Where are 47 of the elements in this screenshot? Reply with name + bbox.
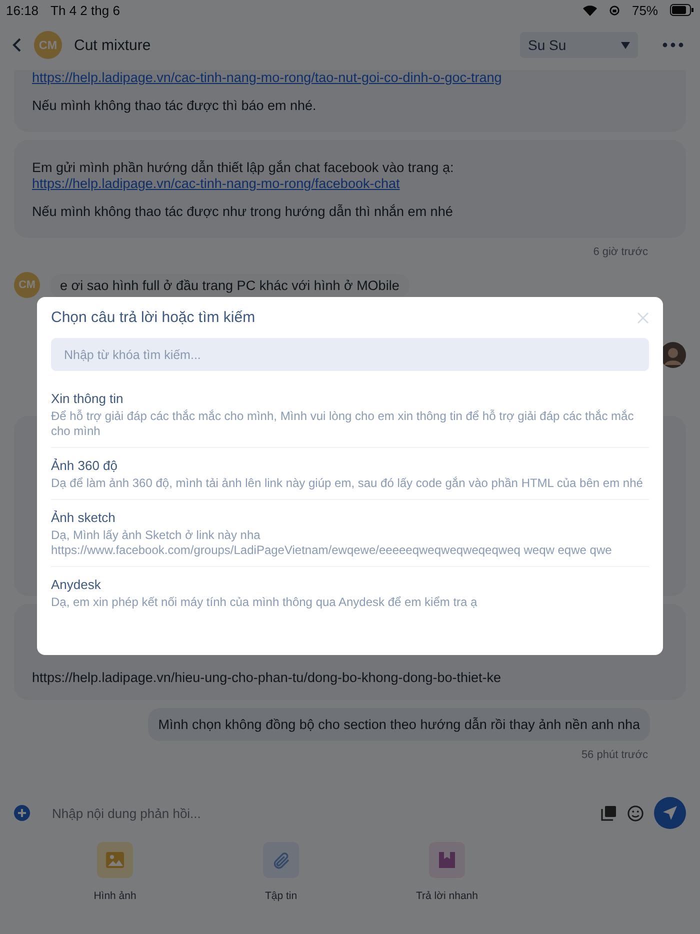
reply-option[interactable]: Ảnh sketch Dạ, Mình lấy ảnh Sketch ở link này nha https://www.facebook.com/groups/LadiPageVietnam/ewqewe/eeeeeqweqweqweqeqweq weqw eqwe qwe bbox=[51, 500, 649, 567]
action-label: Tập tin bbox=[264, 890, 298, 902]
add-icon[interactable] bbox=[14, 805, 30, 821]
reply-title: Ảnh sketch bbox=[51, 510, 116, 525]
reply-text: Dạ, em xin phép kết nối máy tính của mình thông qua Anydesk để em kiểm tra ạ bbox=[51, 595, 478, 610]
search-field[interactable]: Nhập từ khóa tìm kiếm... bbox=[51, 338, 649, 371]
send-icon bbox=[662, 805, 678, 821]
image-icon bbox=[105, 850, 125, 870]
action-tile[interactable] bbox=[429, 842, 465, 878]
back-icon[interactable] bbox=[12, 37, 22, 53]
reply-title: Ảnh 360 độ bbox=[51, 458, 119, 473]
bookmark-icon bbox=[437, 850, 457, 870]
action-label: Hình ảnh bbox=[94, 890, 136, 902]
message-text: Nếu mình không thao tác được như trong hướng dẫn thì nhắn em nhé bbox=[32, 203, 454, 220]
message-text: Nếu mình không thao tác được thì báo em nhé. bbox=[32, 97, 318, 114]
action-tile[interactable] bbox=[97, 842, 133, 878]
rotation-lock-icon bbox=[608, 4, 620, 16]
reply-title: Xin thông tin bbox=[51, 391, 124, 406]
reply-text: Để hỗ trợ giải đáp các thắc mắc cho mình, Mình vui lòng cho em xin thông tin để hỗ trợ giải đáp các thắc mắc cho mình bbox=[51, 409, 635, 439]
action-tile[interactable] bbox=[263, 842, 299, 878]
action-label: Trả lời nhanh bbox=[416, 890, 478, 902]
message-text: https://help.ladipage.vn/hieu-ung-cho-phan-tu/dong-bo-khong-dong-bo-thiet-ke bbox=[32, 670, 502, 686]
reply-option[interactable]: Anydesk Dạ, em xin phép kết nối máy tính của mình thông qua Anydesk để em kiểm tra ạ bbox=[51, 567, 649, 618]
message-time: 6 giờ trước bbox=[592, 246, 649, 258]
avatar: CM bbox=[14, 272, 40, 298]
caret-icon bbox=[621, 42, 630, 48]
status-date: Th 4 2 thg 6 bbox=[50, 2, 120, 18]
wifi-icon bbox=[582, 4, 597, 16]
status-time: 16:18 bbox=[6, 2, 39, 18]
avatar: CM bbox=[34, 31, 62, 59]
reply-title: Anydesk bbox=[51, 577, 102, 592]
send-button[interactable] bbox=[654, 797, 686, 829]
reply-text: Dạ, Mình lấy ảnh Sketch ở link này nha https://www.facebook.com/groups/LadiPageVietnam/ewqewe/eeeeeqweqweqweqeqweq weqw eqwe qwe bbox=[51, 528, 613, 558]
emoji-icon[interactable] bbox=[627, 804, 644, 822]
message-time: 56 phút trước bbox=[580, 749, 649, 761]
battery-percent: 75% bbox=[632, 2, 658, 18]
more-icon[interactable] bbox=[662, 42, 684, 48]
reply-option[interactable]: Ảnh 360 độ Dạ để làm ảnh 360 độ, mình tải ảnh lên link này giúp em, sau đó lấy code gắn vào phần HTML của bên em nhé bbox=[51, 448, 649, 500]
dialog-title: Chọn câu trả lời hoặc tìm kiếm bbox=[51, 309, 256, 326]
battery-icon bbox=[670, 4, 694, 16]
message-bubble: Mình chọn không đồng bộ cho section theo hướng dẫn rồi thay ảnh nền anh nha bbox=[148, 708, 650, 741]
conversation-title: Cut mixture bbox=[74, 36, 152, 54]
library-icon[interactable] bbox=[601, 805, 617, 821]
reply-option[interactable]: Xin thông tin Để hỗ trợ giải đáp các thắc mắc cho mình, Mình vui lòng cho em xin thông tin để hỗ trợ giải đáp các thắc mắc cho mình bbox=[51, 381, 649, 448]
reply-text: Dạ để làm ảnh 360 độ, mình tải ảnh lên link này giúp em, sau đó lấy code gắn vào phần HTML của bên em nhé bbox=[51, 476, 644, 491]
paperclip-icon bbox=[271, 850, 291, 870]
message-text: Em gửi mình phần hướng dẫn thiết lập gắn chat facebook vào trang ạ: bbox=[32, 160, 455, 176]
